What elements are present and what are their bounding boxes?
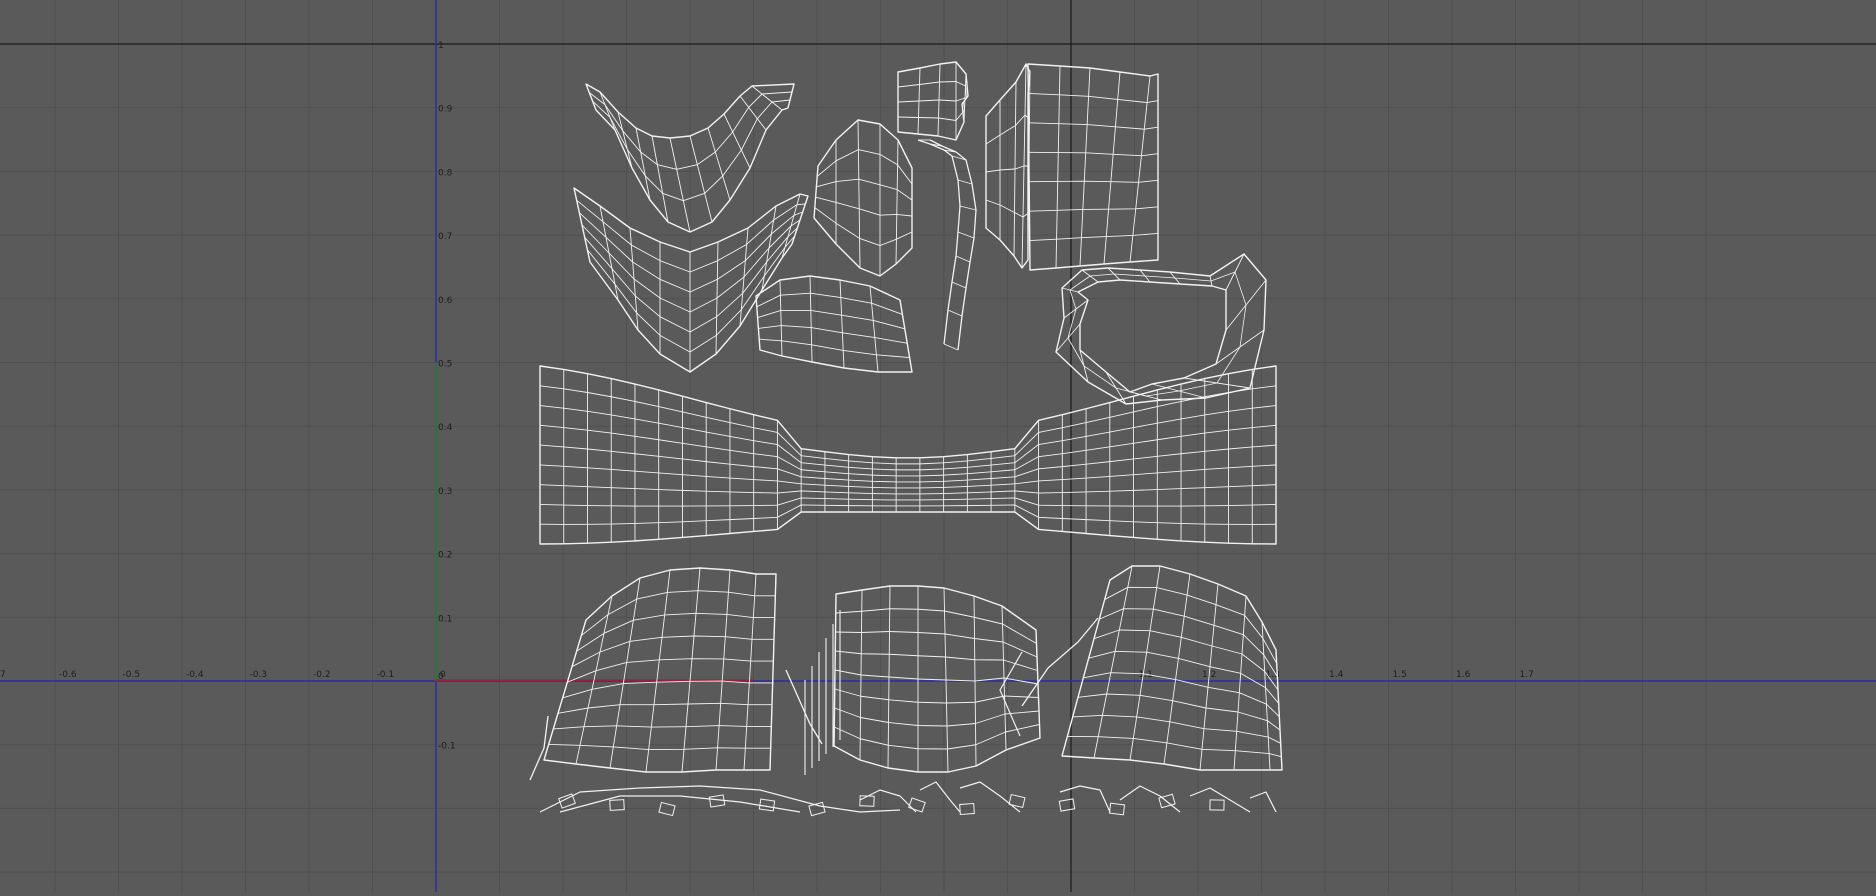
- v-tick-labels: -0.1 0 0.1 0.2 0.3 0.4 0.5 0.6 0.7 0.8 0.9 1: [438, 41, 456, 752]
- u-tick-labels: 7 -0.6 -0.5 -0.4 -0.3 -0.2 -0.1 0 1.1 1.2 1.3 1.4 1.…: [0, 670, 1534, 680]
- uv-island-neck-ring[interactable]: [1055, 253, 1267, 405]
- u-tick-label: 1.6: [1456, 670, 1471, 680]
- uv-island-thigh-right-flap[interactable]: [1021, 617, 1099, 707]
- uv-editor-viewport[interactable]: 7 -0.6 -0.5 -0.4 -0.3 -0.2 -0.1 0 1.1 1.2 1.3 1.4 1.…: [0, 0, 1876, 892]
- uv-island-chest-panel-right[interactable]: [1027, 63, 1159, 271]
- v-tick-label: 0.8: [438, 168, 453, 178]
- u-tick-label: 1.7: [1520, 670, 1534, 680]
- uv-island-thigh-left[interactable]: [543, 567, 777, 773]
- uv-island-shoulder-block[interactable]: [813, 119, 913, 277]
- u-tick-label: 7: [0, 670, 6, 680]
- v-tick-label: 0.5: [438, 360, 452, 370]
- u-tick-label: -0.4: [186, 670, 204, 680]
- uv-island-shoulder-lower[interactable]: [755, 275, 913, 373]
- v-tick-label: 0.9: [438, 105, 453, 115]
- v-tick-label: 0.1: [438, 614, 452, 624]
- uv-island-bottom-fragments[interactable]: [539, 781, 1277, 817]
- u-tick-label: 1.4: [1329, 670, 1344, 680]
- uv-island-thigh-right[interactable]: [1061, 565, 1283, 771]
- v-tick-label: 0.2: [438, 551, 452, 561]
- u-tick-label: -0.6: [59, 670, 77, 680]
- v-tick-label: -0.1: [438, 742, 456, 752]
- v-tick-label: 0: [438, 672, 444, 682]
- u-tick-label: 1.5: [1393, 670, 1407, 680]
- u-tick-label: -0.3: [250, 670, 268, 680]
- uv-island-collar-bottom[interactable]: [573, 187, 809, 373]
- uv-island-thigh-center[interactable]: [833, 585, 1041, 773]
- v-tick-label: 0.3: [438, 487, 452, 497]
- uv-islands[interactable]: [529, 61, 1283, 817]
- u-tick-label: -0.5: [123, 670, 141, 680]
- v-tick-label: 0.6: [438, 296, 453, 306]
- u-tick-label: -0.1: [377, 670, 395, 680]
- uv-island-thigh-center-strips[interactable]: [804, 610, 1023, 775]
- v-tick-label: 0.7: [438, 232, 452, 242]
- v-tick-label: 0.4: [438, 423, 453, 433]
- v-tick-label: 1: [438, 41, 444, 51]
- u-tick-label: -0.2: [313, 670, 331, 680]
- uv-canvas[interactable]: 7 -0.6 -0.5 -0.4 -0.3 -0.2 -0.1 0 1.1 1.2 1.3 1.4 1.…: [0, 0, 1876, 892]
- uv-island-upper-back-strip[interactable]: [897, 61, 969, 141]
